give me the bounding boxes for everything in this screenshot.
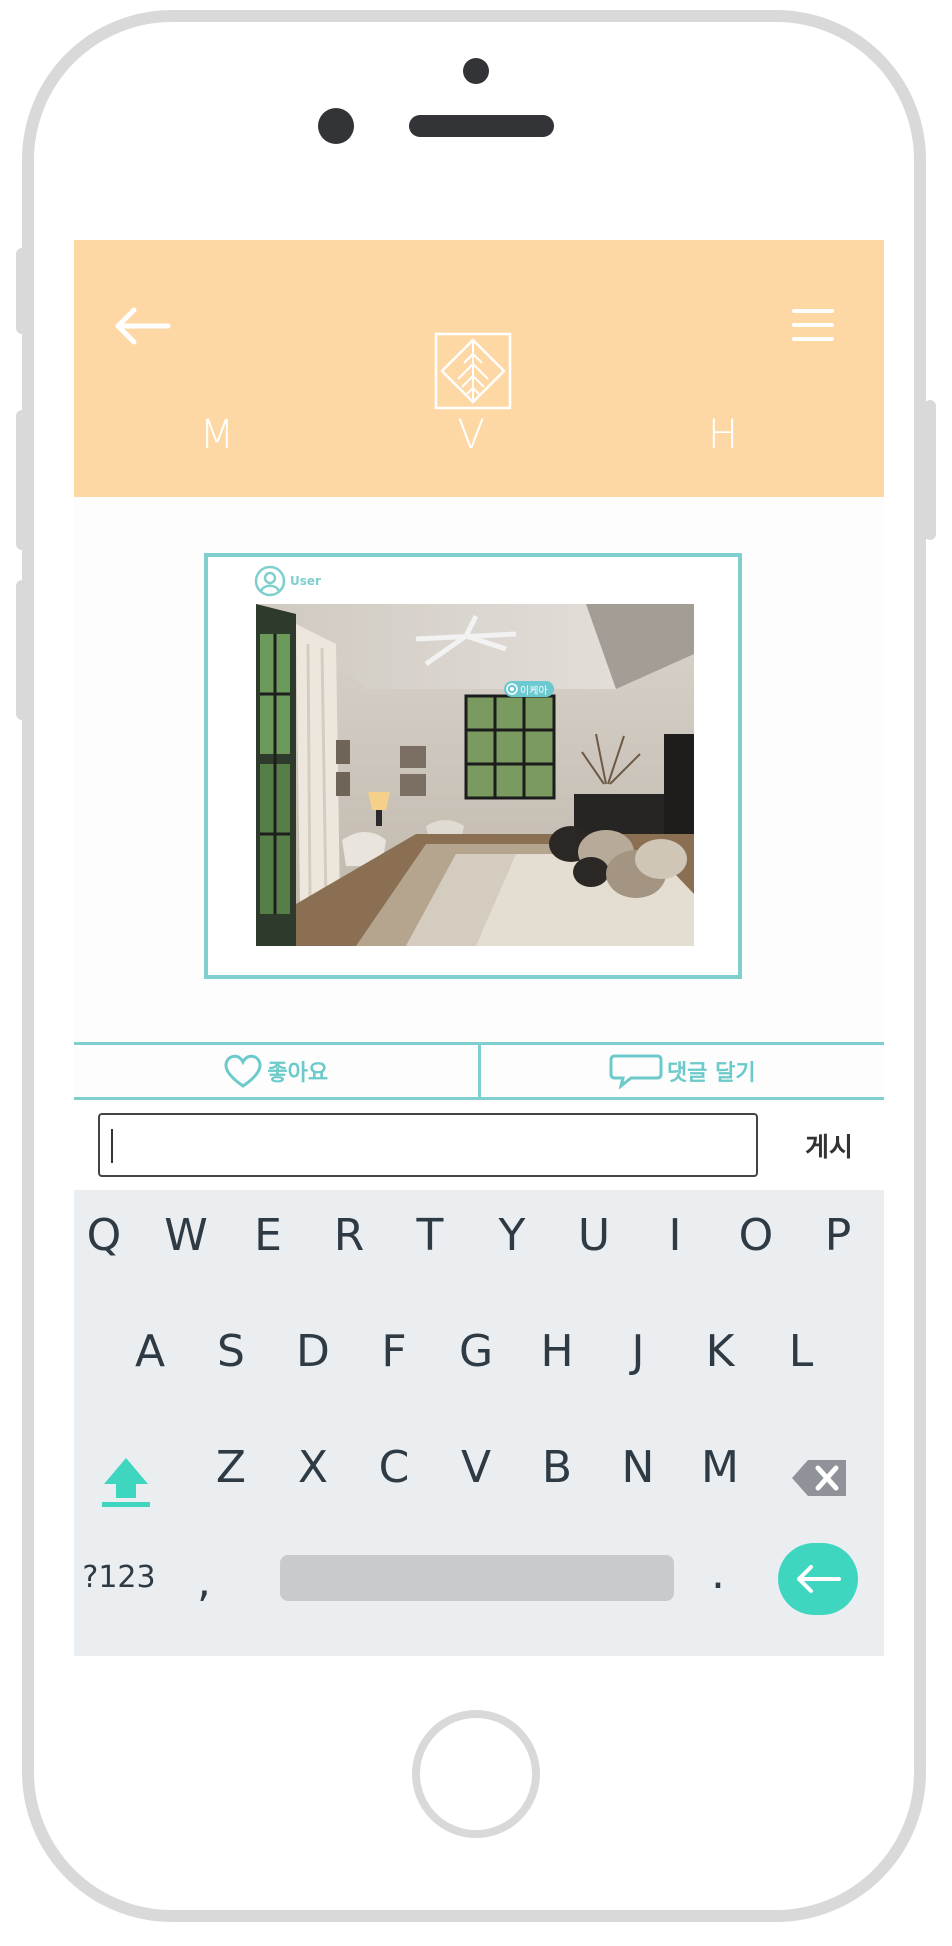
shift-icon[interactable] — [96, 1452, 156, 1512]
post-action-bar: 좋아요 댓글 달기 — [74, 1042, 884, 1100]
like-button[interactable]: 좋아요 — [74, 1045, 478, 1097]
enter-key[interactable] — [778, 1543, 858, 1615]
key-r[interactable]: R — [319, 1206, 379, 1266]
user-avatar-icon — [254, 565, 286, 597]
comment-button[interactable]: 댓글 달기 — [477, 1045, 885, 1097]
key-comma[interactable]: , — [174, 1552, 234, 1612]
post-comment-button[interactable]: 게시 — [784, 1122, 874, 1168]
tag-dot-icon — [506, 683, 518, 695]
key-j[interactable]: J — [608, 1322, 668, 1382]
key-n[interactable]: N — [608, 1438, 668, 1498]
key-q[interactable]: Q — [74, 1206, 134, 1266]
key-a[interactable]: A — [120, 1322, 180, 1382]
backspace-icon[interactable] — [790, 1448, 850, 1508]
bedroom-photo[interactable] — [256, 604, 694, 946]
space-bar[interactable] — [280, 1555, 674, 1601]
symbols-key[interactable]: ?123 — [74, 1548, 164, 1608]
key-b[interactable]: B — [527, 1438, 587, 1498]
text-caret — [111, 1129, 113, 1163]
user-name-label: User — [290, 574, 321, 588]
like-label: 좋아요 — [267, 1061, 329, 1086]
arrow-left-icon — [797, 1565, 841, 1593]
key-e[interactable]: E — [238, 1206, 298, 1266]
comment-label: 댓글 달기 — [666, 1061, 756, 1086]
app-screen: M V H User 이케아 좋아요 댓글 달기 게시 Q W E R T Y … — [74, 240, 884, 1656]
soft-keyboard: Q W E R T Y U I O P A S D F G H J K L Z … — [74, 1190, 884, 1656]
speech-bubble-icon — [609, 1054, 663, 1089]
product-tag-label: 이케아 — [520, 685, 548, 697]
key-g[interactable]: G — [446, 1322, 506, 1382]
product-tag-chip[interactable]: 이케아 — [504, 681, 554, 697]
key-l[interactable]: L — [771, 1322, 831, 1382]
key-d[interactable]: D — [283, 1322, 343, 1382]
key-period[interactable]: . — [688, 1544, 748, 1604]
key-s[interactable]: S — [201, 1322, 261, 1382]
arrow-left-icon[interactable] — [112, 306, 172, 346]
key-p[interactable]: P — [808, 1206, 868, 1266]
nav-letter-h[interactable]: H — [698, 412, 748, 458]
key-o[interactable]: O — [726, 1206, 786, 1266]
key-m[interactable]: M — [690, 1438, 750, 1498]
heart-icon — [224, 1054, 262, 1088]
hamburger-icon[interactable] — [792, 308, 834, 342]
side-button-top — [16, 248, 28, 334]
home-button[interactable] — [412, 1710, 540, 1838]
key-k[interactable]: K — [690, 1322, 750, 1382]
side-button-volume-up — [16, 410, 28, 550]
key-f[interactable]: F — [364, 1322, 424, 1382]
comment-input[interactable] — [98, 1113, 758, 1177]
key-v[interactable]: V — [446, 1438, 506, 1498]
app-header: M V H — [74, 240, 884, 497]
proximity-sensor — [463, 58, 489, 84]
key-t[interactable]: T — [400, 1206, 460, 1266]
key-h[interactable]: H — [527, 1322, 587, 1382]
leaf-diamond-logo[interactable] — [434, 332, 512, 410]
side-button-power — [924, 400, 936, 540]
key-z[interactable]: Z — [201, 1438, 261, 1498]
comment-composer: 게시 — [74, 1100, 884, 1190]
key-c[interactable]: C — [364, 1438, 424, 1498]
key-y[interactable]: Y — [482, 1206, 542, 1266]
post-user[interactable]: User — [254, 565, 321, 597]
key-x[interactable]: X — [283, 1438, 343, 1498]
nav-letter-v[interactable]: V — [446, 412, 496, 458]
side-button-volume-down — [16, 580, 28, 720]
post-card: User 이케아 — [204, 553, 742, 979]
nav-letter-m[interactable]: M — [192, 412, 242, 458]
key-i[interactable]: I — [645, 1206, 705, 1266]
earpiece-speaker — [409, 115, 554, 137]
key-u[interactable]: U — [564, 1206, 624, 1266]
front-camera — [318, 108, 354, 144]
key-w[interactable]: W — [156, 1206, 216, 1266]
